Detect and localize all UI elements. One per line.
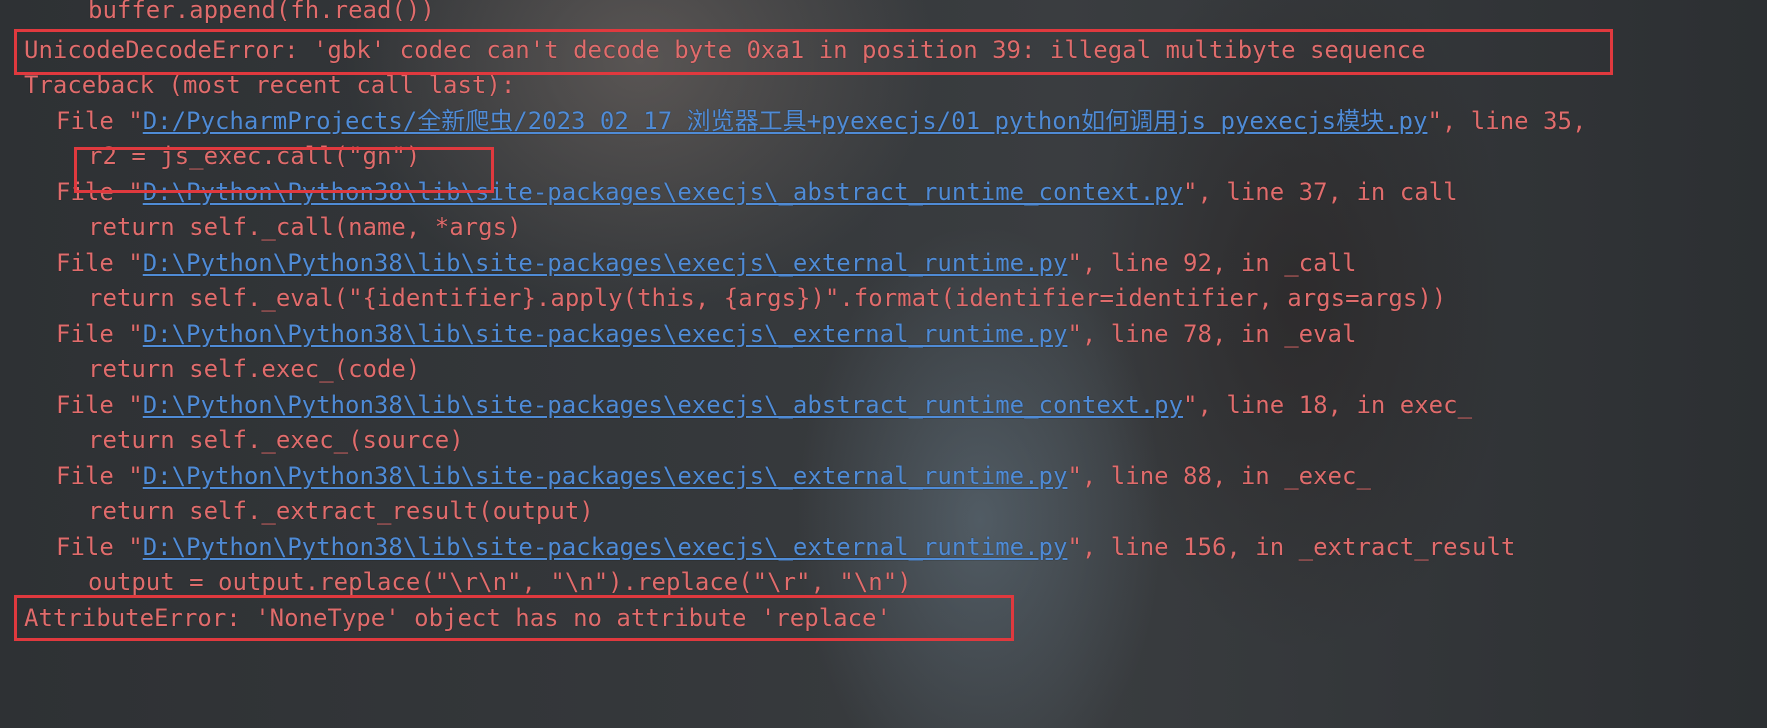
file-path-link[interactable]: D:\Python\Python38\lib\site-packages\exe… [143, 320, 1068, 348]
file-suffix: ", line 78, in _eval [1067, 320, 1357, 348]
console-output: buffer.append(fh.read()) UnicodeDecodeEr… [0, 0, 1767, 728]
code-line: return self._extract_result(output) [0, 491, 594, 531]
file-path-link[interactable]: D:\Python\Python38\lib\site-packages\exe… [143, 249, 1068, 277]
file-prefix: File " [56, 107, 143, 135]
file-prefix: File " [56, 462, 143, 490]
file-path-link[interactable]: D:\Python\Python38\lib\site-packages\exe… [143, 462, 1068, 490]
file-prefix: File " [56, 533, 143, 561]
code-line: return self.exec_(code) [0, 349, 420, 389]
code-line: return self._call(name, *args) [0, 207, 521, 247]
file-suffix: ", line 37, in call [1183, 178, 1458, 206]
code-text: return self._call(name, *args) [88, 213, 522, 241]
code-line: buffer.append(fh.read()) [0, 0, 435, 30]
highlight-box-call-line [74, 147, 494, 193]
file-line: File "D:\Python\Python38\lib\site-packag… [0, 314, 1356, 354]
file-line: File "D:\Python\Python38\lib\site-packag… [0, 243, 1356, 283]
file-suffix: ", line 156, in _extract_result [1067, 533, 1516, 561]
highlight-box-attribute-error [14, 595, 1014, 641]
file-prefix: File " [56, 249, 143, 277]
code-text: return self.exec_(code) [88, 355, 421, 383]
file-line: File "D:/PycharmProjects/全新爬虫/2023 02 17… [0, 101, 1586, 141]
traceback-header-text: Traceback (most recent call last): [24, 71, 516, 99]
code-line: return self._exec_(source) [0, 420, 464, 460]
highlight-box-unicode-error [14, 29, 1613, 75]
code-text: return self._eval("{identifier}.apply(th… [88, 284, 1447, 312]
file-suffix: ", line 88, in _exec_ [1067, 462, 1371, 490]
file-suffix: ", line 35, [1427, 107, 1587, 135]
file-prefix: File " [56, 320, 143, 348]
file-line: File "D:\Python\Python38\lib\site-packag… [0, 527, 1515, 567]
code-text: return self._extract_result(output) [88, 497, 594, 525]
file-path-link[interactable]: D:/PycharmProjects/全新爬虫/2023 02 17 浏览器工具… [143, 107, 1428, 135]
file-prefix: File " [56, 391, 143, 419]
code-text: return self._exec_(source) [88, 426, 464, 454]
code-text: buffer.append(fh.read()) [88, 0, 435, 24]
file-path-link[interactable]: D:\Python\Python38\lib\site-packages\exe… [143, 391, 1183, 419]
code-text: output = output.replace("\r\n", "\n").re… [88, 568, 912, 596]
file-line: File "D:\Python\Python38\lib\site-packag… [0, 456, 1371, 496]
file-line: File "D:\Python\Python38\lib\site-packag… [0, 385, 1472, 425]
file-suffix: ", line 92, in _call [1067, 249, 1357, 277]
file-path-link[interactable]: D:\Python\Python38\lib\site-packages\exe… [143, 533, 1068, 561]
file-suffix: ", line 18, in exec_ [1183, 391, 1473, 419]
code-line: return self._eval("{identifier}.apply(th… [0, 278, 1446, 318]
